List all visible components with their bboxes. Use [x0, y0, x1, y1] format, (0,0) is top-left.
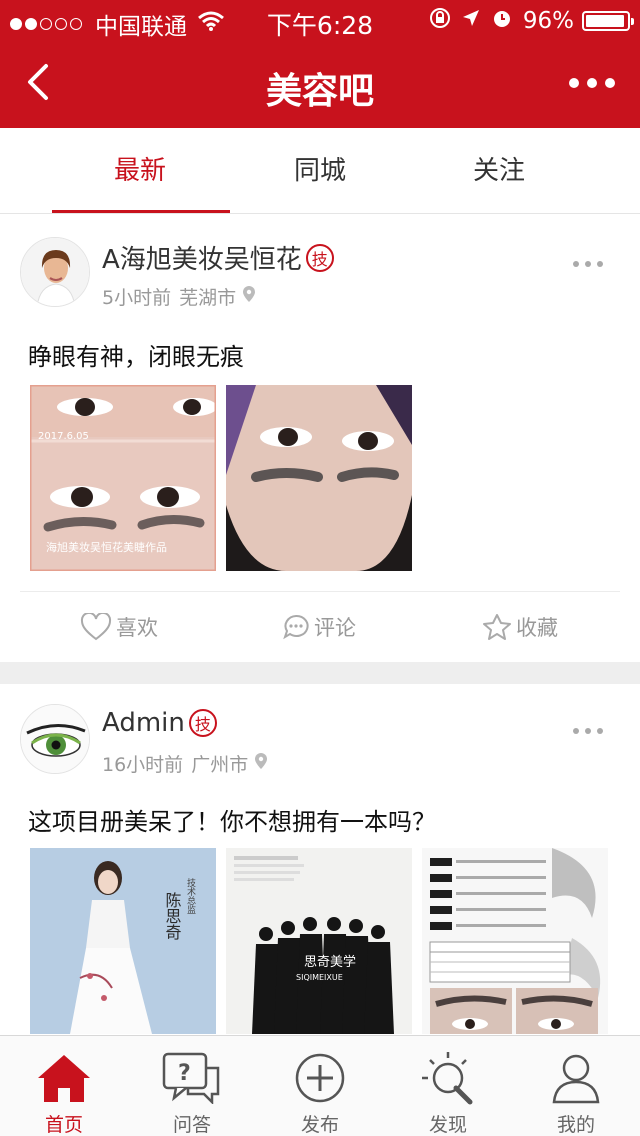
like-label: 喜欢	[116, 616, 158, 640]
tab-same-city[interactable]: 同城	[230, 128, 410, 214]
bottom-tab-bar: 首页 ? 问答 发布 发现 我的	[0, 1035, 640, 1136]
tab-profile-label: 我的	[556, 1114, 595, 1136]
avatar[interactable]	[20, 237, 90, 307]
nav-bar: 美容吧	[0, 40, 640, 128]
avatar[interactable]	[20, 704, 90, 774]
post-actions: 喜欢 评论 收藏	[0, 592, 640, 662]
author-name[interactable]: A海旭美妆吴恒花	[102, 239, 302, 276]
comment-button[interactable]: 评论	[282, 592, 356, 662]
post-image[interactable]	[422, 848, 608, 1034]
question-chat-icon: ?	[162, 1050, 222, 1106]
image-subcaption: 技术总监	[185, 877, 196, 914]
more-horizontal-icon	[573, 261, 579, 267]
comment-label: 评论	[314, 616, 356, 640]
tab-home[interactable]: 首页	[0, 1036, 128, 1136]
post-card: Admin 技 16小时前 广州市 这项目册美呆了！你不想拥有一本吗？ 陈思奇	[0, 684, 640, 1035]
svg-text:?: ?	[178, 1061, 191, 1086]
post-image[interactable]	[226, 385, 412, 571]
favorite-label: 收藏	[516, 616, 558, 640]
post-time: 16小时前	[102, 754, 184, 776]
post-more-button[interactable]	[570, 728, 606, 734]
author-row: A海旭美妆吴恒花 技	[102, 239, 334, 276]
plus-circle-icon	[290, 1050, 350, 1106]
tab-publish-label: 发布	[300, 1114, 339, 1136]
tab-profile[interactable]: 我的	[512, 1036, 640, 1136]
alarm-icon	[491, 7, 513, 35]
image-subcaption: SIQIMEIXUE	[296, 973, 343, 982]
post-meta: 16小时前 广州市	[102, 750, 268, 777]
tech-badge: 技	[305, 243, 334, 272]
tab-following[interactable]: 关注	[409, 128, 589, 214]
tab-qa[interactable]: ? 问答	[128, 1036, 256, 1136]
more-horizontal-icon	[605, 78, 615, 88]
more-horizontal-icon	[585, 728, 591, 734]
status-right: 96%	[419, 7, 634, 35]
like-button[interactable]: 喜欢	[80, 592, 158, 662]
post-feed[interactable]: A海旭美妆吴恒花 技 5小时前 芜湖市 睁眼有神，闭眼无痕 2017.6.05 …	[0, 215, 640, 1035]
post-city: 芜湖市	[179, 287, 237, 309]
post-separator	[0, 662, 640, 684]
tech-badge: 技	[188, 709, 217, 737]
more-button[interactable]	[562, 68, 622, 98]
post-image[interactable]: 思奇美学 SIQIMEIXUE	[226, 848, 412, 1034]
lightbulb-icon	[418, 1050, 478, 1106]
more-horizontal-icon	[573, 728, 579, 734]
more-horizontal-icon	[597, 261, 603, 267]
feed-tabs: 最新 同城 关注	[0, 128, 640, 214]
more-horizontal-icon	[587, 78, 597, 88]
favorite-button[interactable]: 收藏	[482, 592, 558, 662]
post-time: 5小时前	[102, 287, 172, 309]
tab-discover-label: 发现	[428, 1114, 467, 1136]
page-title: 美容吧	[265, 71, 374, 112]
more-horizontal-icon	[597, 728, 603, 734]
post-image[interactable]: 2017.6.05 海旭美妆吴恒花美睫作品	[30, 385, 216, 571]
post-card: A海旭美妆吴恒花 技 5小时前 芜湖市 睁眼有神，闭眼无痕 2017.6.05 …	[0, 215, 640, 662]
star-icon	[483, 614, 511, 640]
tab-latest[interactable]: 最新	[50, 128, 230, 214]
battery-icon	[582, 11, 634, 31]
more-horizontal-icon	[585, 261, 591, 267]
battery-level	[586, 15, 624, 27]
author-row: Admin 技	[102, 708, 217, 738]
battery-percent: 96%	[522, 8, 574, 34]
author-name[interactable]: Admin	[102, 708, 185, 738]
tab-discover[interactable]: 发现	[384, 1036, 512, 1136]
post-meta: 5小时前 芜湖市	[102, 283, 256, 310]
post-text: 这项目册美呆了！你不想拥有一本吗？	[28, 808, 436, 836]
location-pin-icon	[254, 752, 268, 775]
heart-icon	[80, 613, 112, 641]
post-image[interactable]: 陈思奇 技术总监	[30, 848, 216, 1034]
image-date-stamp: 2017.6.05	[38, 431, 89, 442]
post-more-button[interactable]	[570, 261, 606, 267]
image-caption: 陈思奇	[163, 892, 182, 940]
active-tab-indicator	[52, 210, 230, 213]
comment-icon	[283, 614, 309, 640]
post-city: 广州市	[191, 754, 249, 776]
post-text: 睁眼有神，闭眼无痕	[28, 343, 244, 371]
image-watermark: 海旭美妆吴恒花美睫作品	[46, 540, 167, 554]
more-horizontal-icon	[569, 78, 579, 88]
orientation-lock-icon	[429, 7, 451, 35]
status-bar: 中国联通 下午6:28 96%	[0, 0, 640, 40]
tab-publish[interactable]: 发布	[256, 1036, 384, 1136]
app-header: 中国联通 下午6:28 96% 美容吧	[0, 0, 640, 128]
tab-qa-label: 问答	[172, 1114, 211, 1136]
image-caption: 思奇美学	[304, 954, 356, 970]
location-pin-icon	[242, 285, 256, 308]
location-arrow-icon	[461, 8, 481, 34]
tab-home-label: 首页	[44, 1114, 83, 1136]
home-icon	[34, 1050, 94, 1106]
user-icon	[546, 1050, 606, 1106]
